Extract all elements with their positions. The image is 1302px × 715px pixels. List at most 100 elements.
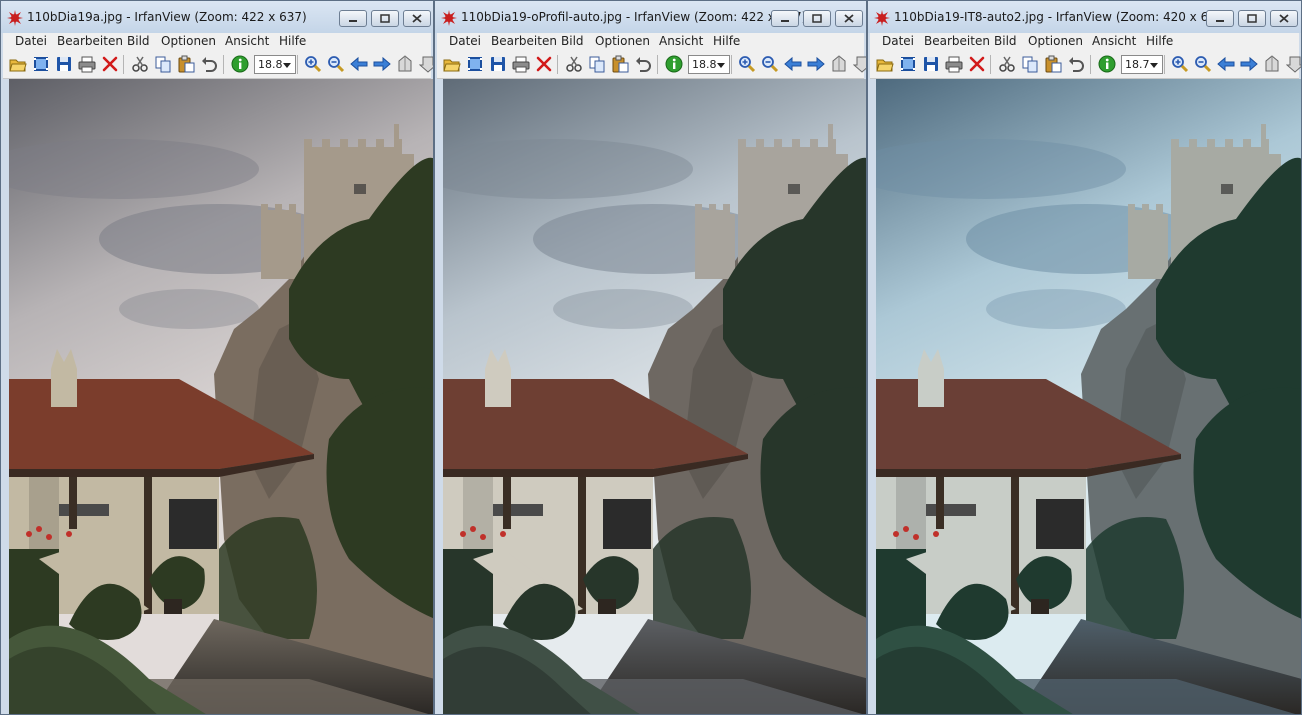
menu-ansicht[interactable]: Ansicht [659,34,703,48]
minimize-button[interactable] [339,10,367,27]
open-icon[interactable] [876,55,894,73]
toolbar: 18.7 [870,51,1301,79]
menu-hilfe[interactable]: Hilfe [279,34,306,48]
info-icon[interactable] [231,55,249,73]
zoom-dropdown[interactable]: 18.7 [1121,55,1163,74]
menu-bild[interactable]: Bild [561,34,584,48]
copy-icon[interactable] [588,55,606,73]
menu-datei[interactable]: Datei [449,34,481,48]
paste-icon[interactable] [177,55,195,73]
cut-icon[interactable] [565,55,583,73]
image-view[interactable] [876,79,1301,714]
maximize-button[interactable] [803,10,831,27]
info-icon[interactable] [1098,55,1116,73]
menu-optionen[interactable]: Optionen [161,34,216,48]
close-button[interactable] [1270,10,1298,27]
undo-icon[interactable] [1067,55,1085,73]
previous-icon[interactable] [784,55,802,73]
undo-icon[interactable] [634,55,652,73]
save-icon[interactable] [55,55,73,73]
toolbar-separator [731,55,732,74]
title-bar[interactable]: 110bDia19-oProfil-auto.jpg - IrfanView (… [435,1,866,33]
zoom-in-icon[interactable] [1171,55,1189,73]
zoom-out-icon[interactable] [327,55,345,73]
toolbar-separator [223,55,224,74]
menu-bearbeiten[interactable]: Bearbeiten [57,34,123,48]
irfanview-icon [441,10,457,26]
first-page-icon[interactable] [396,55,414,73]
menu-hilfe[interactable]: Hilfe [1146,34,1173,48]
zoom-in-icon[interactable] [738,55,756,73]
close-button[interactable] [835,10,863,27]
info-icon[interactable] [665,55,683,73]
paste-icon[interactable] [1044,55,1062,73]
undo-icon[interactable] [200,55,218,73]
open-icon[interactable] [9,55,27,73]
first-page-icon[interactable] [1263,55,1281,73]
window-title: 110bDia19-oProfil-auto.jpg - IrfanView (… [461,10,807,24]
image-view[interactable] [9,79,433,714]
irfanview-window-1: 110bDia19a.jpg - IrfanView (Zoom: 422 x … [0,0,434,715]
zoom-in-icon[interactable] [304,55,322,73]
menu-bearbeiten[interactable]: Bearbeiten [924,34,990,48]
menu-optionen[interactable]: Optionen [1028,34,1083,48]
open-icon[interactable] [443,55,461,73]
print-icon[interactable] [945,55,963,73]
last-page-icon[interactable] [419,55,433,73]
minimize-button[interactable] [771,10,799,27]
menu-ansicht[interactable]: Ansicht [1092,34,1136,48]
menu-ansicht[interactable]: Ansicht [225,34,269,48]
toolbar-separator [1090,55,1091,74]
delete-icon[interactable] [968,55,986,73]
title-bar[interactable]: 110bDia19-IT8-auto2.jpg - IrfanView (Zoo… [868,1,1301,33]
filmstrip-icon[interactable] [32,55,50,73]
toolbar-separator [1164,55,1165,74]
copy-icon[interactable] [154,55,172,73]
print-icon[interactable] [78,55,96,73]
toolbar: 18.8 [3,51,433,79]
filmstrip-icon[interactable] [466,55,484,73]
delete-icon[interactable] [101,55,119,73]
save-icon[interactable] [922,55,940,73]
print-icon[interactable] [512,55,530,73]
irfanview-window-3: 110bDia19-IT8-auto2.jpg - IrfanView (Zoo… [867,0,1302,715]
menu-hilfe[interactable]: Hilfe [713,34,740,48]
paste-icon[interactable] [611,55,629,73]
cut-icon[interactable] [131,55,149,73]
photo-canvas [876,79,1301,714]
zoom-value: 18.7 [1125,58,1149,71]
last-page-icon[interactable] [1286,55,1301,73]
image-view[interactable] [443,79,866,714]
irfanview-window-2: 110bDia19-oProfil-auto.jpg - IrfanView (… [434,0,867,715]
minimize-button[interactable] [1206,10,1234,27]
menu-datei[interactable]: Datei [15,34,47,48]
cut-icon[interactable] [998,55,1016,73]
maximize-button[interactable] [371,10,399,27]
menu-datei[interactable]: Datei [882,34,914,48]
next-icon[interactable] [373,55,391,73]
menu-optionen[interactable]: Optionen [595,34,650,48]
next-icon[interactable] [1240,55,1258,73]
title-bar[interactable]: 110bDia19a.jpg - IrfanView (Zoom: 422 x … [1,1,433,33]
zoom-dropdown[interactable]: 18.8 [688,55,730,74]
zoom-out-icon[interactable] [1194,55,1212,73]
menu-bild[interactable]: Bild [127,34,150,48]
zoom-dropdown[interactable]: 18.8 [254,55,296,74]
copy-icon[interactable] [1021,55,1039,73]
delete-icon[interactable] [535,55,553,73]
zoom-out-icon[interactable] [761,55,779,73]
menu-bild[interactable]: Bild [994,34,1017,48]
menu-bar: Datei Bearbeiten Bild Optionen Ansicht H… [870,33,1299,51]
previous-icon[interactable] [1217,55,1235,73]
next-icon[interactable] [807,55,825,73]
photo-canvas [9,79,433,714]
filmstrip-icon[interactable] [899,55,917,73]
last-page-icon[interactable] [853,55,866,73]
save-icon[interactable] [489,55,507,73]
maximize-button[interactable] [1238,10,1266,27]
close-button[interactable] [403,10,431,27]
menu-bearbeiten[interactable]: Bearbeiten [491,34,557,48]
chevron-down-icon [717,63,725,68]
previous-icon[interactable] [350,55,368,73]
first-page-icon[interactable] [830,55,848,73]
